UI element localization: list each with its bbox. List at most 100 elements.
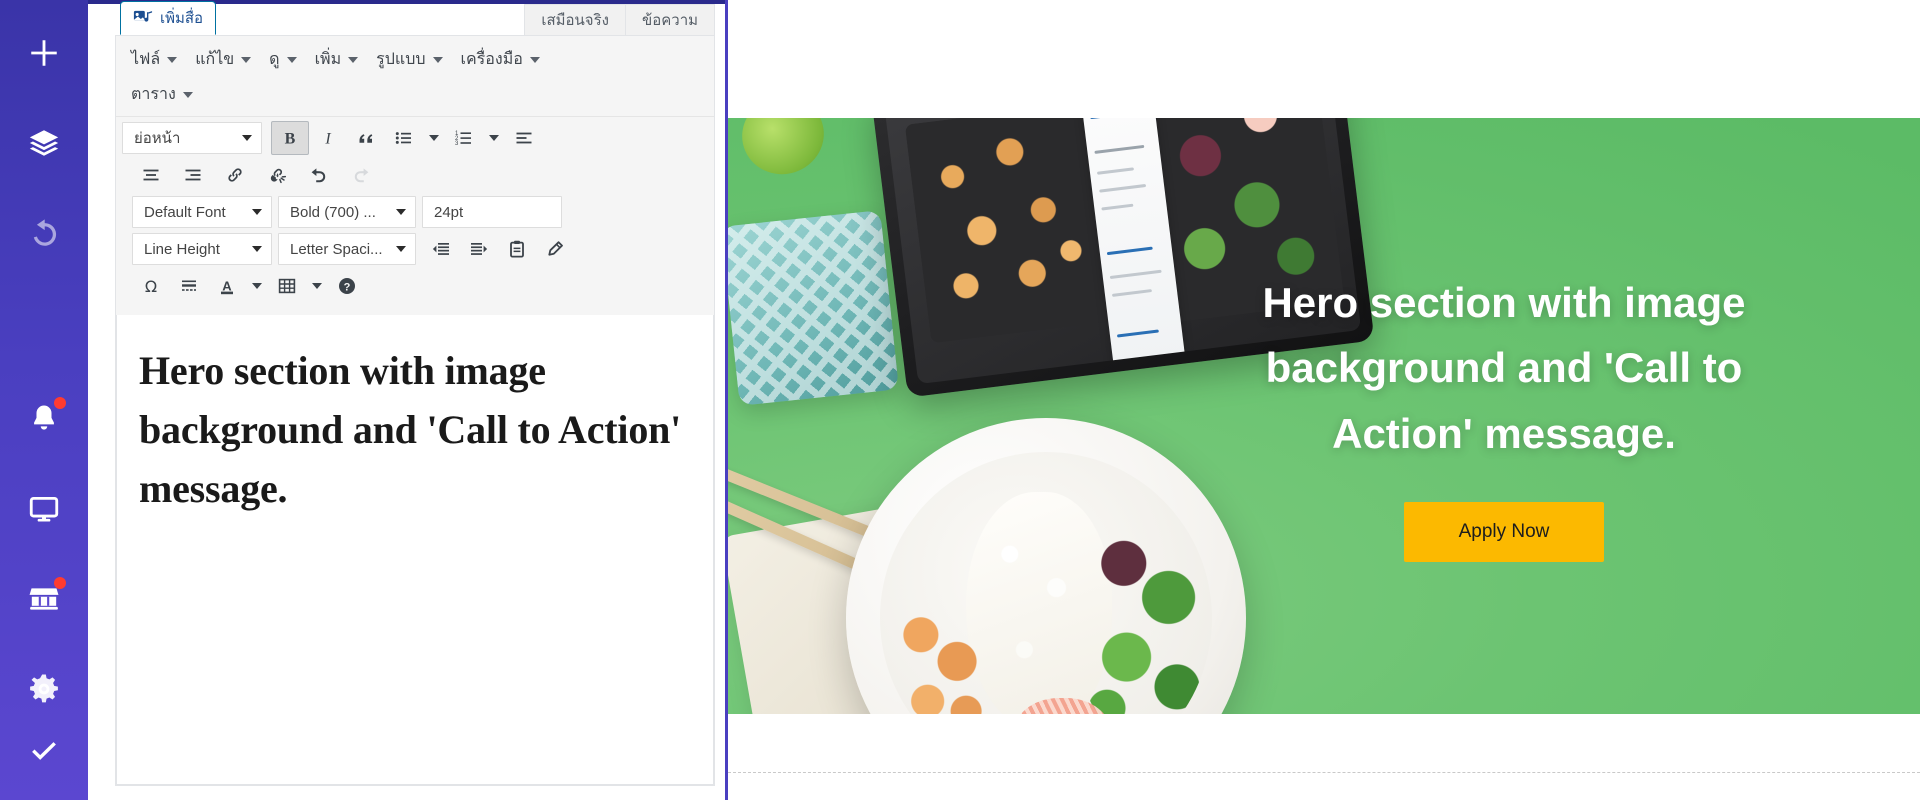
check-icon	[27, 735, 61, 769]
add-media-label: เพิ่มสื่อ	[160, 10, 204, 27]
hero-section[interactable]: Hero section with image background and '…	[728, 118, 1920, 714]
letter-spacing-value: Letter Spaci...	[290, 240, 383, 258]
paragraph-style-select[interactable]: ย่อหน้า	[122, 122, 262, 154]
italic-button[interactable]: I	[309, 121, 347, 155]
indent-button[interactable]	[460, 232, 498, 266]
sidebar-item-undo[interactable]	[0, 188, 88, 278]
paragraph-style-value: ย่อหน้า	[134, 130, 181, 147]
sidebar-item-layers[interactable]	[0, 98, 88, 188]
help-button[interactable]: ?	[328, 269, 366, 303]
chevron-down-icon	[242, 135, 252, 141]
font-size-select[interactable]: 24pt	[422, 196, 562, 228]
plus-icon	[27, 36, 61, 70]
chevron-down-icon	[529, 56, 540, 63]
toolbar-row-3: Default Font Bold (700) ... 24pt	[122, 195, 708, 229]
editor-menubar: ไฟล์ แก้ไข ดู เพิ่ม รูปแบบ เครื่องมือ ตา…	[116, 36, 714, 117]
redo-button[interactable]	[342, 158, 380, 192]
tab-text[interactable]: ข้อความ	[625, 4, 715, 35]
chevron-down-icon	[167, 56, 178, 63]
add-media-button[interactable]: เพิ่มสื่อ	[120, 1, 217, 35]
outdent-button[interactable]	[422, 232, 460, 266]
toolbar-row-2	[122, 158, 708, 192]
editor-tabs-row: เพิ่มสื่อ เสมือนจริง ข้อความ	[115, 0, 715, 36]
chevron-down-icon	[252, 283, 262, 289]
sidebar-item-preview[interactable]	[0, 464, 88, 554]
svg-text:A: A	[222, 278, 232, 293]
insert-link-button[interactable]	[216, 158, 254, 192]
unlink-button[interactable]	[258, 158, 296, 192]
editor-content-area[interactable]: Hero section with image background and '…	[116, 315, 714, 785]
chevron-down-icon	[252, 246, 262, 252]
hero-title[interactable]: Hero section with image background and '…	[1244, 270, 1764, 467]
font-weight-select[interactable]: Bold (700) ...	[278, 196, 416, 228]
section-divider	[728, 772, 1920, 773]
hero-content: Hero section with image background and '…	[728, 118, 1920, 714]
notifications-badge	[54, 397, 66, 409]
apply-now-button[interactable]: Apply Now	[1404, 502, 1604, 563]
app-root: เพิ่มสื่อ เสมือนจริง ข้อความ ไฟล์ แก้ไข …	[0, 0, 1920, 800]
tab-visual[interactable]: เสมือนจริง	[524, 4, 626, 35]
tab-text-label: ข้อความ	[641, 12, 698, 29]
table-options[interactable]	[306, 269, 328, 303]
gear-icon	[27, 672, 61, 706]
numbered-list-button[interactable]: 1 2 3	[445, 121, 483, 155]
special-character-button[interactable]: Ω	[132, 269, 170, 303]
align-center-button[interactable]	[132, 158, 170, 192]
clear-formatting-button[interactable]	[536, 232, 574, 266]
menu-format[interactable]: รูปแบบ	[367, 42, 451, 77]
add-media-icon	[133, 9, 153, 27]
monitor-icon	[27, 492, 61, 526]
chevron-down-icon	[396, 209, 406, 215]
line-height-select[interactable]: Line Height	[132, 233, 272, 265]
left-sidebar	[0, 0, 88, 800]
menu-tools[interactable]: เครื่องมือ	[452, 42, 549, 77]
chevron-down-icon	[286, 56, 297, 63]
menu-file-label: ไฟล์	[131, 51, 161, 68]
letter-spacing-select[interactable]: Letter Spaci...	[278, 233, 416, 265]
horizontal-rule-button[interactable]	[170, 269, 208, 303]
toolbar-row-4: Line Height Letter Spaci...	[122, 232, 708, 266]
svg-text:3: 3	[455, 141, 459, 147]
sidebar-item-notifications[interactable]	[0, 374, 88, 464]
blockquote-button[interactable]	[347, 121, 385, 155]
editor-content-heading[interactable]: Hero section with image background and '…	[139, 341, 691, 519]
chevron-down-icon	[241, 56, 252, 63]
undo-button[interactable]	[300, 158, 338, 192]
menu-edit[interactable]: แก้ไข	[186, 42, 260, 77]
chevron-down-icon	[312, 283, 322, 289]
font-family-select[interactable]: Default Font	[132, 196, 272, 228]
sidebar-item-add[interactable]	[0, 8, 88, 98]
menu-edit-label: แก้ไข	[195, 51, 235, 68]
menu-table[interactable]: ตาราง	[122, 77, 708, 112]
align-left-button[interactable]	[505, 121, 543, 155]
menu-insert[interactable]: เพิ่ม	[306, 42, 368, 77]
menu-file[interactable]: ไฟล์	[122, 42, 186, 77]
layers-icon	[27, 126, 61, 160]
bullet-list-options[interactable]	[423, 121, 445, 155]
toolbar-row-5: Ω A ?	[122, 269, 708, 303]
bullet-list-button[interactable]	[385, 121, 423, 155]
font-family-value: Default Font	[144, 203, 226, 221]
chevron-down-icon	[489, 135, 499, 141]
numbered-list-options[interactable]	[483, 121, 505, 155]
store-badge	[54, 577, 66, 589]
svg-text:B: B	[285, 131, 296, 148]
sidebar-item-store[interactable]	[0, 554, 88, 644]
mce-panel: ไฟล์ แก้ไข ดู เพิ่ม รูปแบบ เครื่องมือ ตา…	[115, 36, 715, 786]
sidebar-item-publish[interactable]	[0, 704, 88, 800]
text-color-button[interactable]: A	[208, 269, 246, 303]
menu-view-label: ดู	[269, 51, 280, 68]
paste-as-text-button[interactable]	[498, 232, 536, 266]
chevron-down-icon	[432, 56, 443, 63]
align-right-button[interactable]	[174, 158, 212, 192]
menu-insert-label: เพิ่ม	[314, 51, 342, 68]
editor-panel: เพิ่มสื่อ เสมือนจริง ข้อความ ไฟล์ แก้ไข …	[88, 0, 728, 800]
table-button[interactable]	[268, 269, 306, 303]
bold-button[interactable]: B	[271, 121, 309, 155]
menu-view[interactable]: ดู	[260, 42, 305, 77]
chevron-down-icon	[429, 135, 439, 141]
toolbar-row-1: ย่อหน้า B I 1 2 3	[122, 121, 708, 155]
undo-history-icon	[27, 216, 61, 250]
text-color-options[interactable]	[246, 269, 268, 303]
chevron-down-icon	[182, 91, 193, 98]
